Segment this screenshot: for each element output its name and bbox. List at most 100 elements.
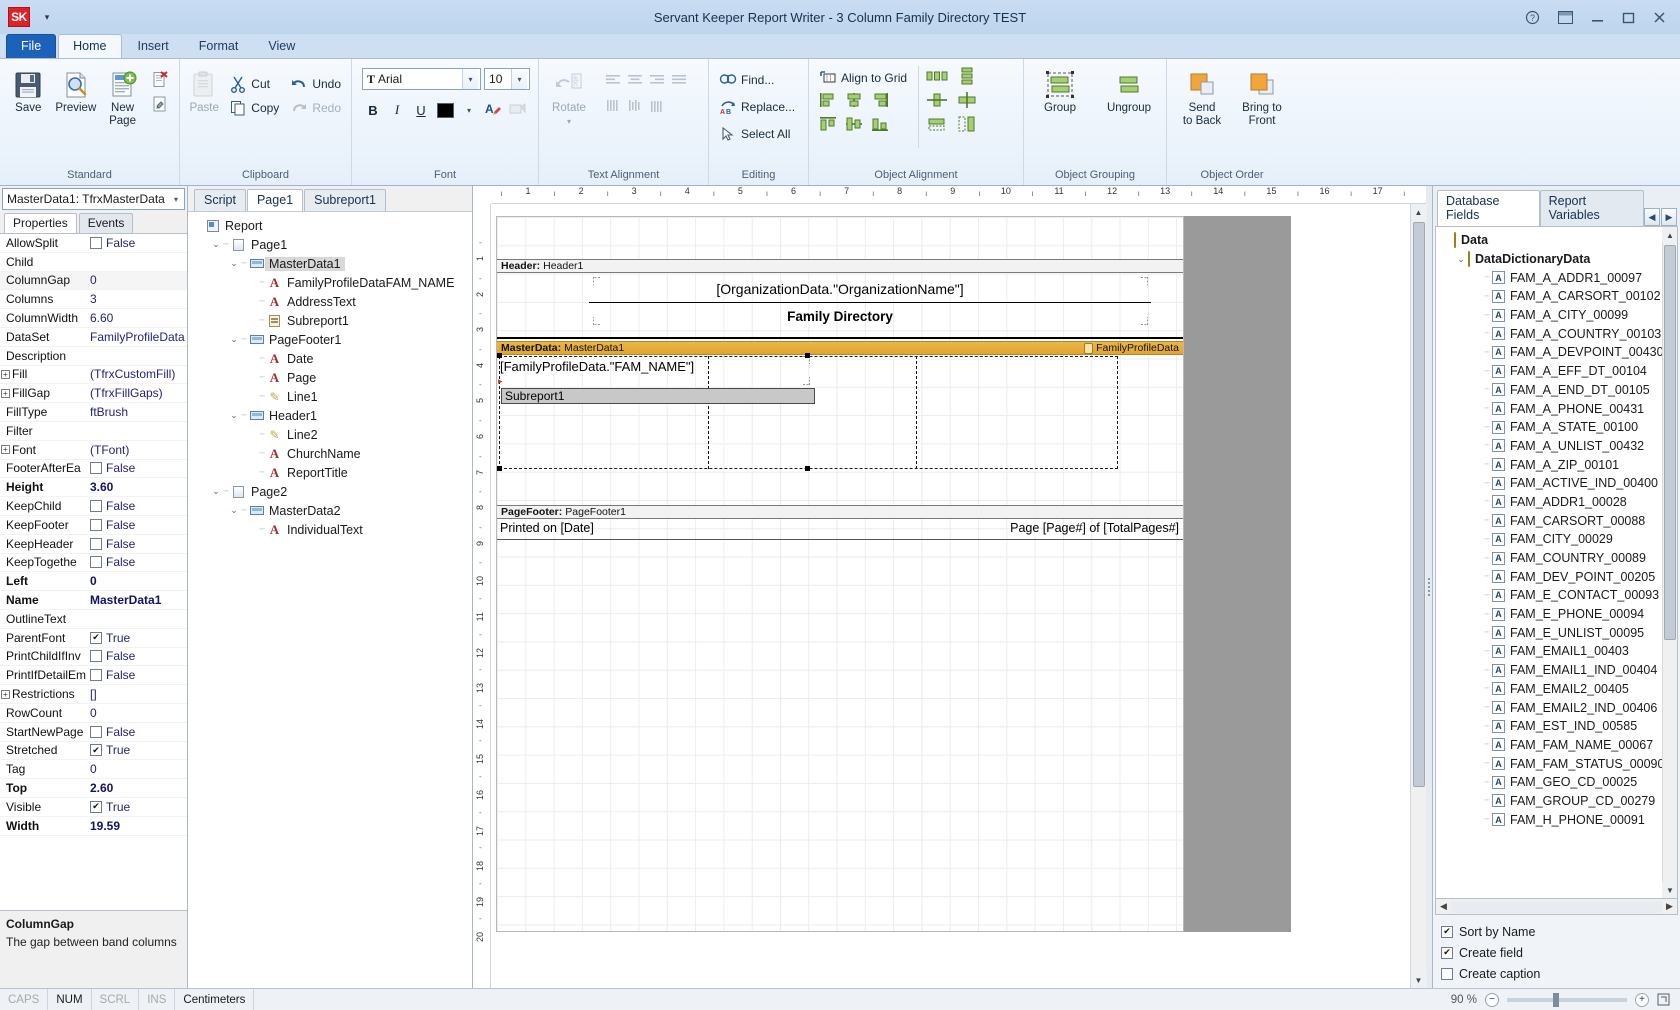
tab-view[interactable]: View	[254, 35, 309, 58]
data-tree-node[interactable]: ┈AFAM_A_PHONE_00431	[1440, 399, 1677, 418]
data-tree-node[interactable]: ┈AFAM_E_UNLIST_00095	[1440, 623, 1677, 642]
tree-node[interactable]: ⌄┈Page1	[192, 235, 472, 254]
tree-expand-icon[interactable]: ⌄	[210, 239, 222, 250]
redo-button[interactable]: Redo	[286, 96, 345, 120]
report-object-line1[interactable]	[497, 539, 1183, 540]
align-objects-bottom-button[interactable]	[869, 114, 891, 134]
tree-node[interactable]: ⌄┈PageFooter1	[192, 330, 472, 349]
report-page[interactable]: Header: Header1 [OrganizationData."Organ…	[496, 216, 1184, 932]
property-checkbox[interactable]: ✔	[90, 744, 102, 756]
data-tree-node[interactable]: ┈AFAM_CITY_00029	[1440, 530, 1677, 549]
font-size-dropdown-icon[interactable]: ▾	[511, 69, 527, 89]
zoom-fit-icon[interactable]	[1657, 993, 1670, 1006]
property-row[interactable]: OutlineText	[0, 610, 187, 629]
align-objects-right-button[interactable]	[869, 90, 891, 110]
data-option-row[interactable]: ✔Create field	[1441, 942, 1680, 963]
valign-top-button[interactable]	[602, 96, 624, 116]
replace-button[interactable]: A B Replace...	[715, 95, 799, 119]
property-expander-icon[interactable]: +	[1, 389, 10, 398]
property-value[interactable]: 3.60	[88, 480, 187, 494]
tab-properties[interactable]: Properties	[4, 213, 77, 233]
tree-node[interactable]: ⌄┈MasterData2	[192, 501, 472, 520]
property-row[interactable]: KeepChildFalse	[0, 497, 187, 516]
report-object-line2[interactable]	[589, 302, 1151, 303]
property-value[interactable]: ✔True	[88, 800, 187, 814]
data-scroll-up-icon[interactable]: ▲	[1662, 227, 1678, 243]
font-color-dropdown-icon[interactable]: ▾	[458, 99, 480, 121]
property-row[interactable]: Left0	[0, 572, 187, 591]
data-tree-node[interactable]: ┈AFAM_EMAIL1_00403	[1440, 642, 1677, 661]
valign-middle-button[interactable]	[624, 96, 646, 116]
property-checkbox[interactable]	[90, 650, 102, 662]
delete-page-button[interactable]	[147, 68, 173, 92]
tree-node[interactable]: Report	[192, 216, 472, 235]
property-checkbox[interactable]: ✔	[90, 632, 102, 644]
align-center-button[interactable]	[624, 70, 646, 90]
property-row[interactable]: FillTypeftBrush	[0, 403, 187, 422]
data-tree-horizontal-scrollbar[interactable]: ◀ ▶	[1435, 899, 1678, 915]
data-tree-node[interactable]: ⌄DataDictionaryData	[1440, 250, 1677, 269]
object-selector-dropdown-icon[interactable]: ▾	[168, 195, 184, 204]
property-expander-icon[interactable]: +	[1, 445, 10, 454]
data-tree-node[interactable]: ┈AFAM_COUNTRY_00089	[1440, 549, 1677, 568]
property-row[interactable]: +Fill(TfrxCustomFill)	[0, 366, 187, 385]
tab-page1[interactable]: Page1	[247, 189, 303, 211]
data-tree-node[interactable]: ┈AFAM_A_END_DT_00105	[1440, 381, 1677, 400]
property-row[interactable]: KeepHeaderFalse	[0, 535, 187, 554]
property-value[interactable]: False	[88, 555, 187, 569]
canvas-vertical-scrollbar[interactable]: ▲ ▼	[1410, 204, 1426, 988]
tree-node[interactable]: ┈AReportTitle	[192, 463, 472, 482]
zoom-out-button[interactable]: −	[1485, 993, 1499, 1007]
property-row[interactable]: Top2.60	[0, 779, 187, 798]
property-row[interactable]: Width19.59	[0, 817, 187, 836]
cut-button[interactable]: Cut	[225, 72, 283, 96]
zoom-slider[interactable]	[1507, 998, 1627, 1002]
close-icon[interactable]	[1653, 11, 1666, 24]
data-tree-node[interactable]: ┈AFAM_A_STATE_00100	[1440, 418, 1677, 437]
font-name-dropdown-icon[interactable]: ▾	[462, 69, 478, 89]
minimize-icon[interactable]	[1591, 11, 1604, 24]
data-tree-node[interactable]: ┈AFAM_EMAIL2_00405	[1440, 680, 1677, 699]
tree-expand-icon[interactable]: ⌄	[210, 486, 222, 497]
tree-node[interactable]: ⌄┈Header1	[192, 406, 472, 425]
align-objects-hcenter-button[interactable]	[843, 90, 865, 110]
tree-node[interactable]: ┈AIndividualText	[192, 520, 472, 539]
data-option-row[interactable]: Create caption	[1441, 963, 1680, 984]
data-tree-node[interactable]: ┈AFAM_DEV_POINT_00205	[1440, 567, 1677, 586]
data-tree-node[interactable]: ┈AFAM_A_ADDR1_00097	[1440, 268, 1677, 287]
copy-button[interactable]: Copy	[225, 96, 283, 120]
property-row[interactable]: ColumnGap0	[0, 272, 187, 291]
property-value[interactable]: 0	[88, 706, 187, 720]
tab-format[interactable]: Format	[185, 35, 253, 58]
data-scroll-thumb[interactable]	[1664, 245, 1676, 640]
property-value[interactable]: (TFont)	[88, 443, 187, 457]
property-value[interactable]: 2.60	[88, 781, 187, 795]
property-value[interactable]: False	[88, 725, 187, 739]
property-checkbox[interactable]	[90, 462, 102, 474]
highlight-button[interactable]: A	[482, 99, 504, 121]
italic-button[interactable]: I	[386, 99, 408, 121]
data-tree-node[interactable]: ┈AFAM_CARSORT_00088	[1440, 511, 1677, 530]
property-row[interactable]: +Font(TFont)	[0, 441, 187, 460]
data-tree-vertical-scrollbar[interactable]: ▲ ▼	[1662, 227, 1677, 898]
data-tree-node[interactable]: ┈AFAM_ACTIVE_IND_00400	[1440, 474, 1677, 493]
property-value[interactable]: False	[88, 649, 187, 663]
data-option-checkbox[interactable]	[1441, 968, 1453, 980]
data-tree-node[interactable]: ┈AFAM_A_DEVPOINT_00430	[1440, 343, 1677, 362]
property-value[interactable]: 19.59	[88, 819, 187, 833]
property-value[interactable]: ✔True	[88, 631, 187, 645]
data-tree-node[interactable]: ┈AFAM_FAM_NAME_00067	[1440, 736, 1677, 755]
report-object-date[interactable]: Printed on [Date]	[500, 521, 594, 535]
property-value[interactable]: False	[88, 499, 187, 513]
preview-button[interactable]: Preview	[54, 64, 99, 115]
property-row[interactable]: NameMasterData1	[0, 591, 187, 610]
band-header-masterdata1[interactable]: MasterData:MasterData1 FamilyProfileData	[497, 341, 1183, 355]
ribbon-display-options-icon[interactable]	[1558, 11, 1573, 24]
same-width-button[interactable]	[926, 114, 948, 134]
center-horizontally-button[interactable]	[926, 90, 948, 110]
app-logo-icon[interactable]: SK	[8, 7, 30, 27]
property-row[interactable]: Child	[0, 253, 187, 272]
align-objects-vcenter-button[interactable]	[843, 114, 865, 134]
data-tree-node[interactable]: ┈AFAM_A_ZIP_00101	[1440, 455, 1677, 474]
property-row[interactable]: Visible✔True	[0, 798, 187, 817]
